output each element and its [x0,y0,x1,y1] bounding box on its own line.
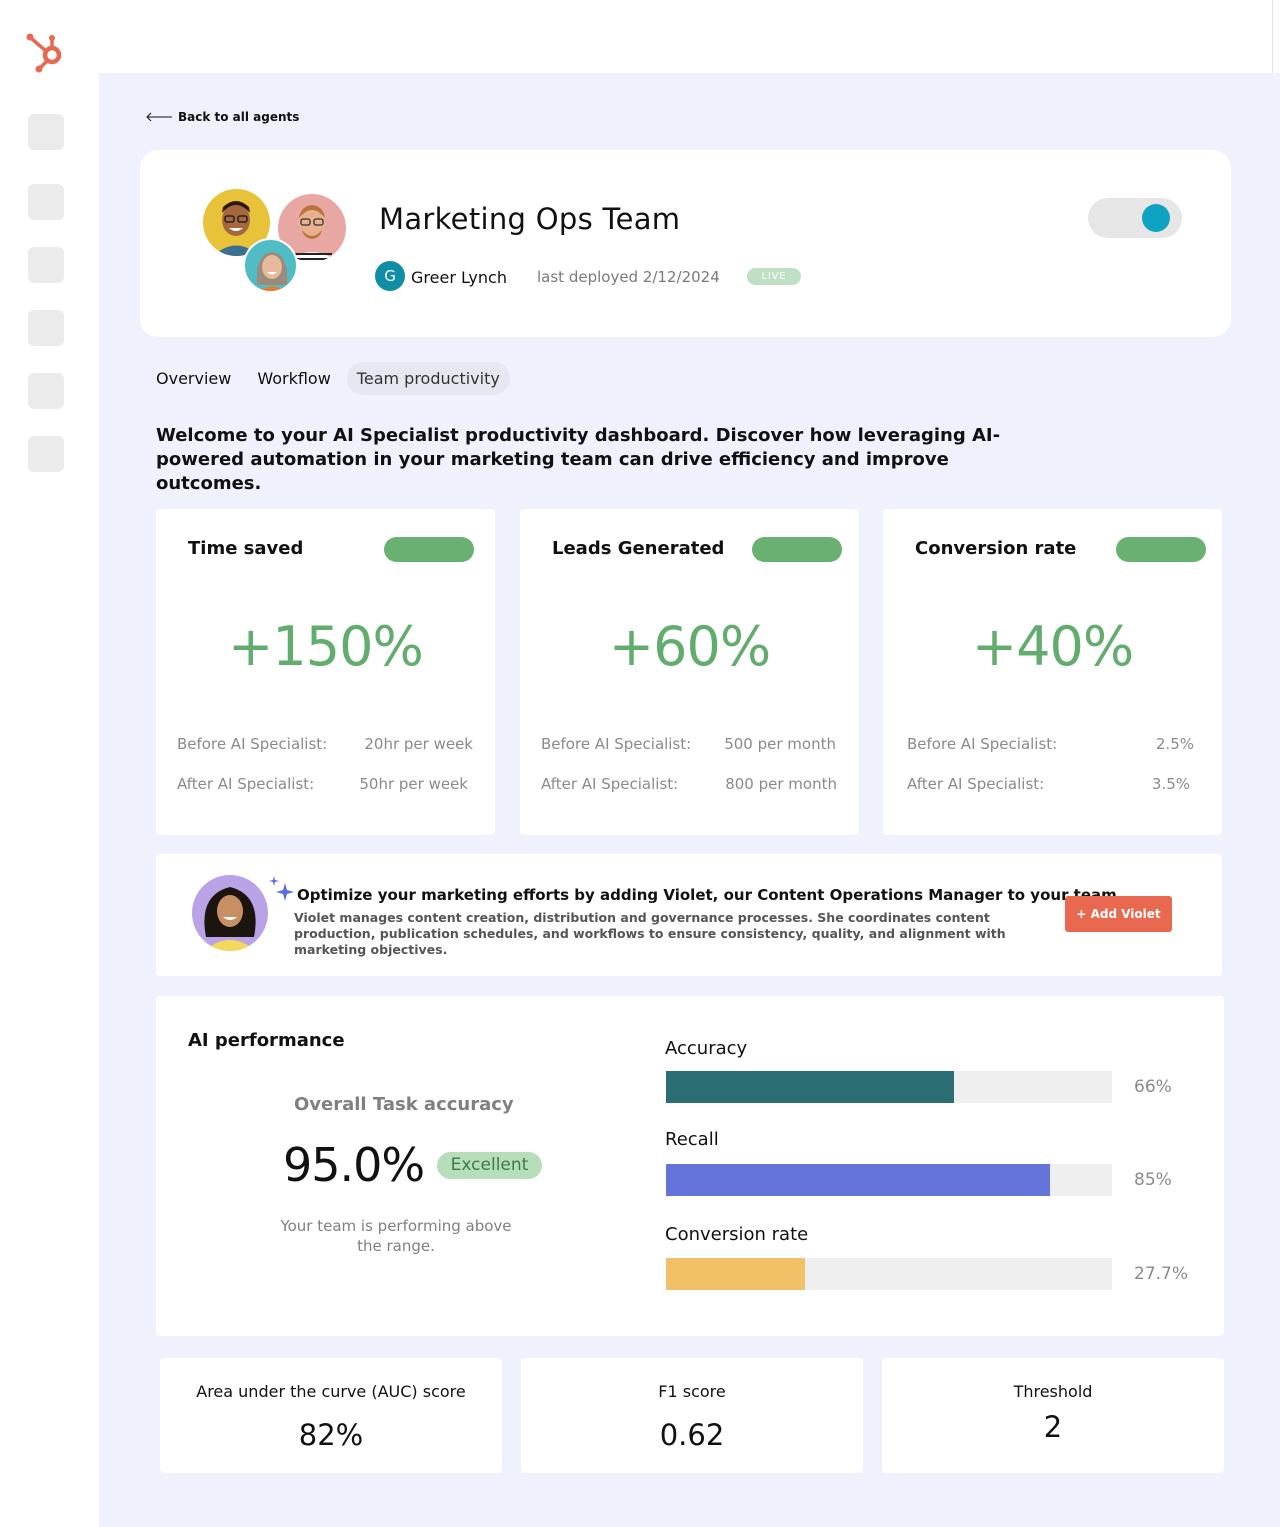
agent-title: Marketing Ops Team [379,202,681,236]
tab-overview[interactable]: Overview [146,362,241,395]
performance-note: Your team is performing above the range. [280,1217,512,1255]
metric-title: Time saved [188,538,304,559]
add-violet-button[interactable]: + Add Violet [1065,896,1172,932]
metric-after-row: After AI Specialist: 50hr per week [177,775,468,793]
nav-item-1[interactable] [28,114,64,150]
back-link[interactable]: Back to all agents [146,110,299,124]
deployed-date: last deployed 2/12/2024 [537,268,720,286]
arrow-left-icon [146,112,172,122]
bar-label-recall: Recall [665,1129,719,1150]
metric-after-row: After AI Specialist: 3.5% [907,775,1190,793]
metric-card-conversion-rate: Conversion rate +40% Before AI Specialis… [883,509,1222,835]
bar-track-recall [666,1164,1112,1196]
after-value: 50hr per week [359,775,468,793]
after-label: After AI Specialist: [907,775,1045,793]
stat-label: Area under the curve (AUC) score [196,1382,466,1401]
bar-value-accuracy: 66% [1134,1077,1172,1097]
bar-value-recall: 85% [1134,1170,1172,1190]
metric-value: +60% [608,615,771,678]
metric-pill [1116,537,1206,562]
top-bar [99,0,1273,73]
promo-title: Optimize your marketing efforts by addin… [297,886,1117,904]
agent-toggle-switch[interactable] [1088,198,1182,238]
metric-before-row: Before AI Specialist: 20hr per week [177,735,473,753]
metric-title: Leads Generated [552,538,725,559]
nav-item-2[interactable] [28,184,64,220]
after-value: 3.5% [1151,775,1190,793]
sparkle-icon [269,876,294,901]
nav-item-5[interactable] [28,373,64,409]
metric-after-row: After AI Specialist: 800 per month [541,775,837,793]
metric-pill [384,537,474,562]
metric-before-row: Before AI Specialist: 2.5% [907,735,1194,753]
tab-team-productivity[interactable]: Team productivity [346,362,510,395]
owner-avatar: G [375,261,405,291]
bar-value-conversion-rate: 27.7% [1134,1264,1189,1284]
before-label: Before AI Specialist: [907,735,1058,753]
after-label: After AI Specialist: [177,775,315,793]
stat-card-f1: F1 score 0.62 [521,1358,863,1473]
ai-performance-card: AI performance Overall Task accuracy 95.… [156,996,1224,1336]
stat-label: F1 score [658,1382,726,1401]
nav-item-3[interactable] [28,247,64,283]
before-value: 2.5% [1155,735,1194,753]
bar-label-conversion-rate: Conversion rate [665,1224,809,1245]
metric-value: +150% [228,615,424,678]
sidebar [0,0,99,1527]
metric-card-leads-generated: Leads Generated +60% Before AI Specialis… [520,509,859,835]
intro-text: Welcome to your AI Specialist productivi… [156,425,1001,494]
metric-title: Conversion rate [915,538,1077,559]
nav-item-4[interactable] [28,310,64,346]
bar-fill-conversion-rate [666,1258,806,1290]
after-label: After AI Specialist: [541,775,679,793]
before-label: Before AI Specialist: [177,735,328,753]
performance-title: AI performance [188,1030,345,1051]
overall-accuracy-label: Overall Task accuracy [294,1094,514,1115]
overall-accuracy-value: 95.0% [283,1138,425,1192]
promo-description: Violet manages content creation, distrib… [294,910,1006,957]
metric-before-row: Before AI Specialist: 500 per month [541,735,836,753]
metric-value: +40% [971,615,1134,678]
stat-value: 82% [298,1418,364,1452]
bar-fill-accuracy [666,1071,955,1103]
stat-card-threshold: Threshold 2 [882,1358,1224,1473]
after-value: 800 per month [725,775,837,793]
violet-avatar [192,875,268,951]
toggle-knob [1142,204,1170,232]
hubspot-logo-icon[interactable] [24,31,66,75]
rating-badge: Excellent [437,1152,542,1179]
stat-card-auc: Area under the curve (AUC) score 82% [160,1358,502,1473]
add-agent-promo-card: Optimize your marketing efforts by addin… [156,854,1222,976]
owner-name: Greer Lynch [411,268,507,287]
tab-bar: Overview Workflow Team productivity [146,362,516,395]
metric-pill [752,537,842,562]
stat-value: 0.62 [659,1418,725,1452]
tab-workflow[interactable]: Workflow [247,362,340,395]
stat-value: 2 [1043,1410,1063,1444]
team-member-avatar-3 [243,238,298,293]
nav-item-6[interactable] [28,436,64,472]
back-link-label: Back to all agents [178,110,300,124]
metric-card-time-saved: Time saved +150% Before AI Specialist: 2… [156,509,495,835]
before-value: 20hr per week [364,735,473,753]
before-value: 500 per month [724,735,836,753]
before-label: Before AI Specialist: [541,735,692,753]
bar-track-conversion-rate [666,1258,1112,1290]
bar-label-accuracy: Accuracy [665,1038,748,1059]
bar-fill-recall [666,1164,1051,1196]
status-badge: LIVE [747,268,801,285]
stat-label: Threshold [1013,1382,1093,1401]
bar-track-accuracy [666,1071,1112,1103]
